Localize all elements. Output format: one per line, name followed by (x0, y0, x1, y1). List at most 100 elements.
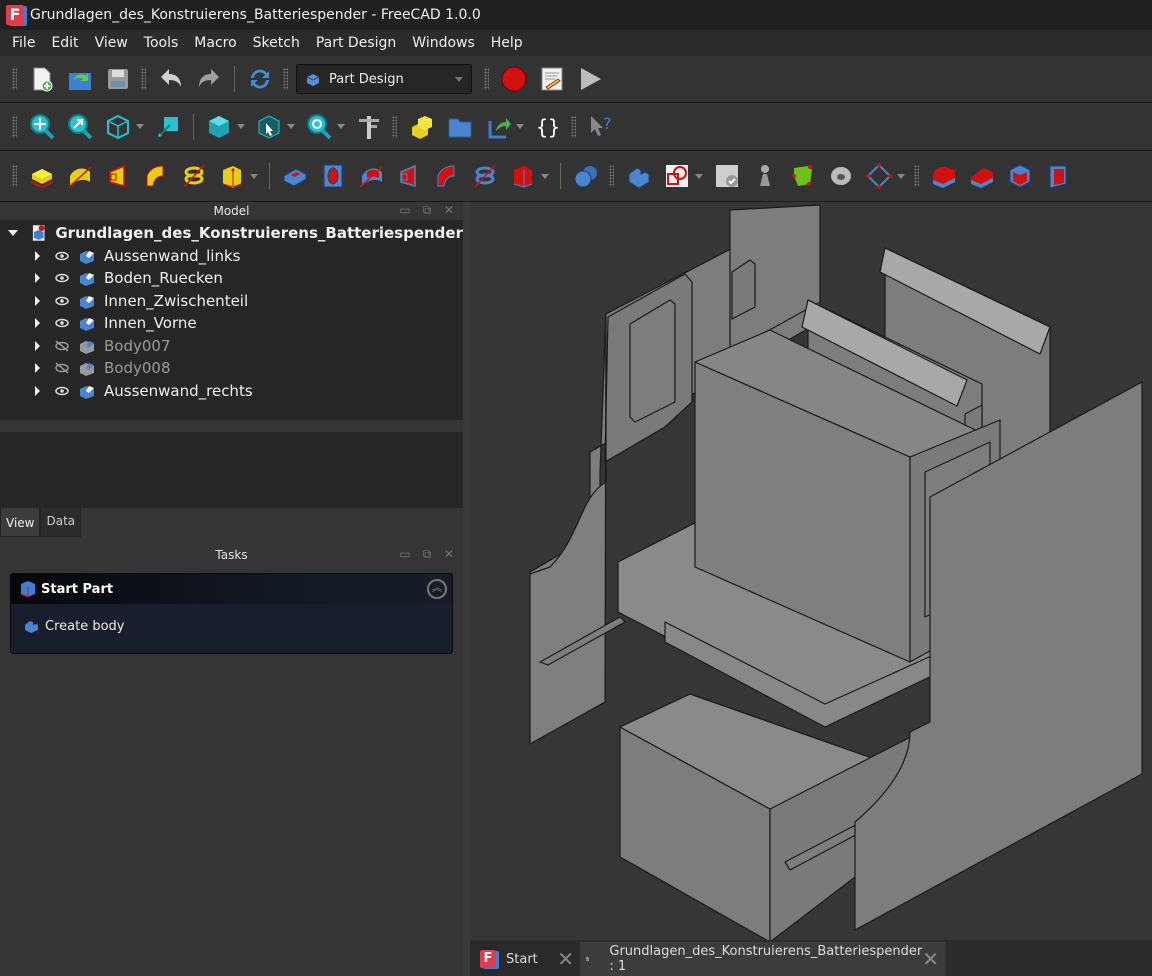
expand-toggle[interactable] (32, 363, 42, 374)
subtractive-loft-button[interactable] (393, 160, 425, 192)
shape-binder-button[interactable] (749, 160, 781, 192)
save-document-button[interactable] (102, 63, 134, 95)
menu-view[interactable]: View (87, 35, 136, 51)
revolution-button[interactable] (64, 160, 96, 192)
edit-macro-button[interactable] (536, 63, 568, 95)
tree-root-document[interactable]: Grundlagen_des_Konstruierens_Batteriespe… (0, 222, 463, 245)
subtractive-pipe-button[interactable] (431, 160, 463, 192)
menu-tools[interactable]: Tools (136, 35, 187, 51)
redo-button[interactable] (193, 63, 225, 95)
pocket-button[interactable] (279, 160, 311, 192)
open-document-button[interactable] (64, 63, 96, 95)
toolbar-grip[interactable] (392, 115, 397, 138)
additive-helix-button[interactable] (178, 160, 210, 192)
subtractive-primitive-dropdown[interactable] (540, 171, 550, 181)
create-part-button[interactable] (406, 111, 438, 143)
datum-dropdown[interactable] (896, 171, 906, 181)
menu-part-design[interactable]: Part Design (308, 35, 404, 51)
expand-toggle[interactable] (32, 295, 42, 306)
collapse-button[interactable]: ︽ (427, 579, 447, 599)
isometric-view-button[interactable] (102, 111, 134, 143)
fit-all-button[interactable] (26, 111, 58, 143)
close-icon[interactable]: ✕ (557, 947, 574, 971)
tab-start[interactable]: F Start ✕ (470, 942, 580, 976)
zoom-selection-button[interactable] (303, 111, 335, 143)
undo-button[interactable] (155, 63, 187, 95)
create-sketch-button[interactable] (661, 160, 693, 192)
dock-float-icon[interactable]: ⧉ (421, 204, 433, 216)
draft-button[interactable] (1004, 160, 1036, 192)
create-group-button[interactable] (444, 111, 476, 143)
create-body-button[interactable] (623, 160, 655, 192)
eye-icon[interactable] (54, 250, 70, 262)
zoom-dropdown[interactable] (336, 122, 346, 132)
tab-document[interactable]: Grundlagen_des_Konstruierens_Batteriespe… (580, 942, 945, 976)
toolbar-grip[interactable] (12, 115, 17, 138)
sub-shape-binder-button[interactable] (787, 160, 819, 192)
expressions-button[interactable]: {} (532, 111, 564, 143)
tree-item[interactable]: Innen_Zwischenteil (0, 290, 463, 313)
hole-button[interactable] (317, 160, 349, 192)
toolbar-grip[interactable] (609, 165, 614, 187)
chamfer-button[interactable] (966, 160, 998, 192)
measure-button[interactable] (353, 111, 385, 143)
3d-viewport[interactable] (470, 202, 1152, 943)
tree-item[interactable]: Body007 (0, 335, 463, 358)
new-document-button[interactable] (26, 63, 58, 95)
menu-macro[interactable]: Macro (186, 35, 244, 51)
link-dropdown[interactable] (515, 122, 525, 132)
subtractive-primitive-button[interactable] (507, 160, 539, 192)
sketch-dropdown[interactable] (694, 171, 704, 181)
expand-toggle[interactable] (32, 250, 42, 261)
close-icon[interactable]: ✕ (922, 947, 939, 971)
toolbar-grip[interactable] (283, 68, 288, 90)
fit-selection-button[interactable] (64, 111, 96, 143)
menu-sketch[interactable]: Sketch (245, 35, 308, 51)
additive-loft-button[interactable] (102, 160, 134, 192)
eye-hidden-icon[interactable] (54, 362, 70, 374)
groove-button[interactable] (355, 160, 387, 192)
execute-macro-button[interactable] (574, 63, 606, 95)
toolbar-grip[interactable] (12, 68, 17, 90)
dock-close-icon[interactable]: ✕ (443, 548, 455, 560)
expand-toggle[interactable] (32, 340, 42, 351)
create-link-button[interactable] (482, 111, 514, 143)
fillet-button[interactable] (928, 160, 960, 192)
thickness-button[interactable] (1042, 160, 1074, 192)
toolbar-grip[interactable] (571, 115, 576, 138)
expand-toggle[interactable] (8, 230, 18, 237)
dock-minimize-icon[interactable]: ▭ (399, 204, 411, 216)
boolean-button[interactable] (570, 160, 602, 192)
additive-pipe-button[interactable] (140, 160, 172, 192)
draw-style-dropdown[interactable] (236, 122, 246, 132)
toolbar-grip[interactable] (12, 165, 17, 187)
dock-float-icon[interactable]: ⧉ (421, 548, 433, 560)
tab-data[interactable]: Data (40, 508, 82, 537)
tree-item[interactable]: Aussenwand_links (0, 245, 463, 268)
clone-button[interactable] (825, 160, 857, 192)
eye-hidden-icon[interactable] (54, 340, 70, 352)
additive-primitive-button[interactable] (216, 160, 248, 192)
selection-dropdown[interactable] (286, 122, 296, 132)
pad-button[interactable] (26, 160, 58, 192)
bounding-box-button[interactable] (203, 111, 235, 143)
menu-edit[interactable]: Edit (43, 35, 86, 51)
selection-filter-button[interactable] (253, 111, 285, 143)
measure-distance-button[interactable] (152, 111, 184, 143)
eye-icon[interactable] (54, 272, 70, 284)
dock-minimize-icon[interactable]: ▭ (399, 548, 411, 560)
toolbar-grip[interactable] (141, 68, 146, 90)
menu-help[interactable]: Help (483, 35, 531, 51)
refresh-button[interactable] (244, 63, 276, 95)
dock-close-icon[interactable]: ✕ (443, 204, 455, 216)
create-body-link[interactable]: Create body (11, 604, 452, 634)
toolbar-grip[interactable] (484, 68, 489, 90)
tree-item[interactable]: Boden_Ruecken (0, 267, 463, 290)
expand-toggle[interactable] (32, 273, 42, 284)
tree-item[interactable]: Body008 (0, 357, 463, 380)
workbench-selector[interactable]: Part Design (296, 64, 472, 94)
tab-view[interactable]: View (0, 508, 41, 537)
subtractive-helix-button[interactable] (469, 160, 501, 192)
eye-icon[interactable] (54, 385, 70, 397)
validate-sketch-button[interactable] (711, 160, 743, 192)
